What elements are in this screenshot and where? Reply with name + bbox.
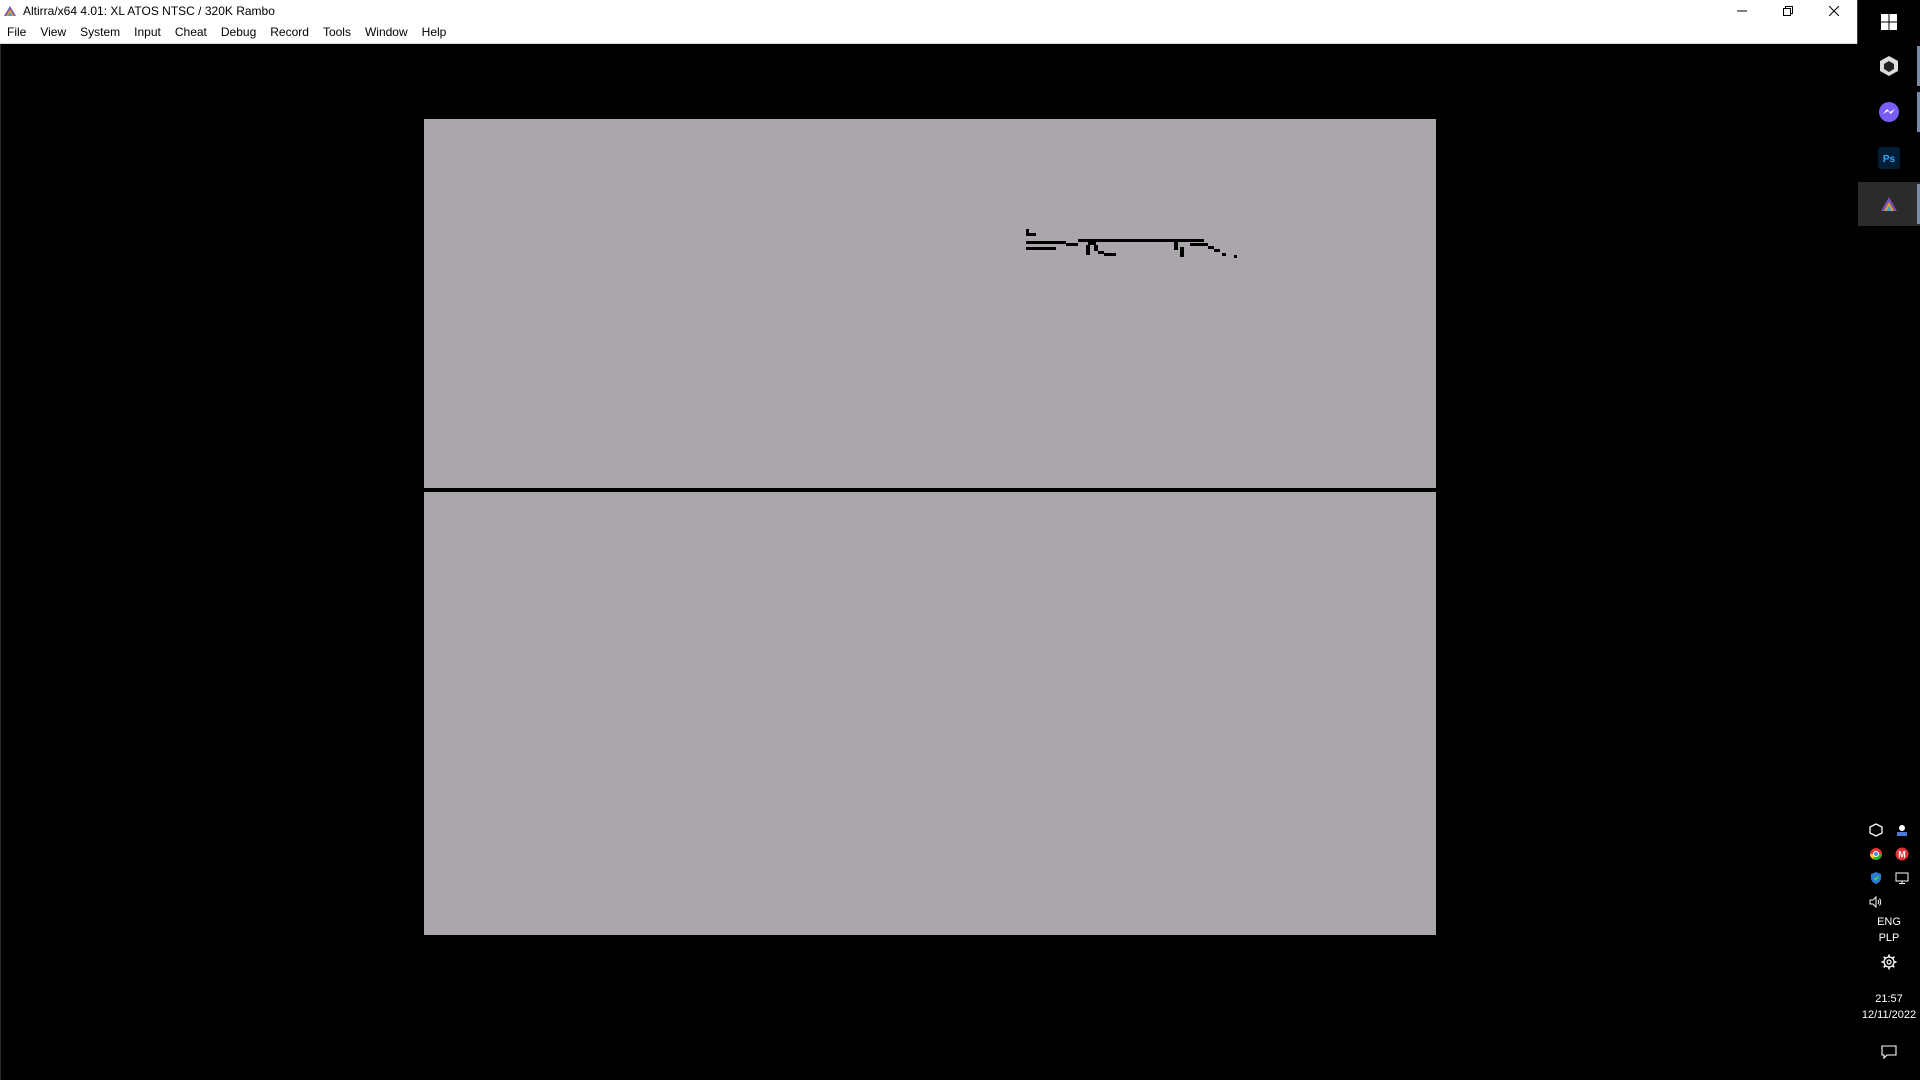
menu-tools[interactable]: Tools [316,22,358,43]
svg-text:M: M [1898,850,1906,860]
photoshop-icon: Ps [1878,147,1900,169]
tray-user-icon[interactable] [1894,822,1910,838]
window-controls [1719,0,1857,22]
language-indicator-line2[interactable]: PLP [1858,930,1920,946]
restore-icon [1783,6,1793,16]
windows-taskbar: Ps M ENG PLP 21:57 12/11/2022 [1858,0,1920,1080]
altirra-icon [1881,197,1897,211]
title-bar[interactable]: Altirra/x64 4.01: XL ATOS NTSC / 320K Ra… [0,0,1857,22]
menu-view[interactable]: View [33,22,73,43]
menu-file[interactable]: File [0,22,33,43]
messenger-icon [1879,102,1899,122]
tray-gmail-icon[interactable]: M [1894,846,1910,862]
language-indicator-line1[interactable]: ENG [1858,914,1920,930]
playfield-upper [424,119,1436,488]
svg-text:Ps: Ps [1883,154,1896,165]
emulator-display-area[interactable] [0,44,1858,1080]
window-title: Altirra/x64 4.01: XL ATOS NTSC / 320K Ra… [23,4,275,18]
minimize-button[interactable] [1719,0,1765,22]
menu-system[interactable]: System [73,22,127,43]
altirra-app-icon[interactable] [3,4,17,18]
taskbar-app-messenger[interactable] [1858,90,1920,134]
emulator-screen[interactable] [424,119,1436,935]
close-button[interactable] [1811,0,1857,22]
menu-help[interactable]: Help [415,22,454,43]
tray-unity-icon[interactable] [1868,822,1884,838]
tray-shield-icon[interactable] [1868,870,1884,886]
notification-icon [1881,1045,1897,1060]
clock-date[interactable]: 12/11/2022 [1858,1007,1920,1023]
taskbar-app-photoshop[interactable]: Ps [1858,136,1920,180]
altirra-window: Altirra/x64 4.01: XL ATOS NTSC / 320K Ra… [0,0,1858,1080]
taskbar-app-unity[interactable] [1858,44,1920,88]
menu-bar: File View System Input Cheat Debug Recor… [0,22,1857,44]
menu-debug[interactable]: Debug [214,22,263,43]
minimize-icon [1737,10,1747,12]
menu-input[interactable]: Input [127,22,168,43]
gear-icon [1881,954,1897,970]
unity-hub-icon [1880,56,1898,76]
clock-time[interactable]: 21:57 [1858,991,1920,1007]
menu-cheat[interactable]: Cheat [168,22,214,43]
tray-volume-icon[interactable] [1868,894,1884,910]
restore-button[interactable] [1765,0,1811,22]
taskbar-app-altirra[interactable] [1858,182,1920,226]
menu-window[interactable]: Window [358,22,415,43]
tray-network-icon[interactable] [1894,870,1910,886]
tray-chrome-icon[interactable] [1868,846,1884,862]
playfield-lower [424,492,1436,935]
tray-settings-button[interactable] [1881,954,1897,970]
notification-center-button[interactable] [1881,1044,1897,1060]
windows-start-icon [1881,14,1897,30]
start-button[interactable] [1858,0,1920,44]
menu-record[interactable]: Record [263,22,316,43]
game-sprite [1026,229,1237,258]
close-icon [1829,6,1839,16]
